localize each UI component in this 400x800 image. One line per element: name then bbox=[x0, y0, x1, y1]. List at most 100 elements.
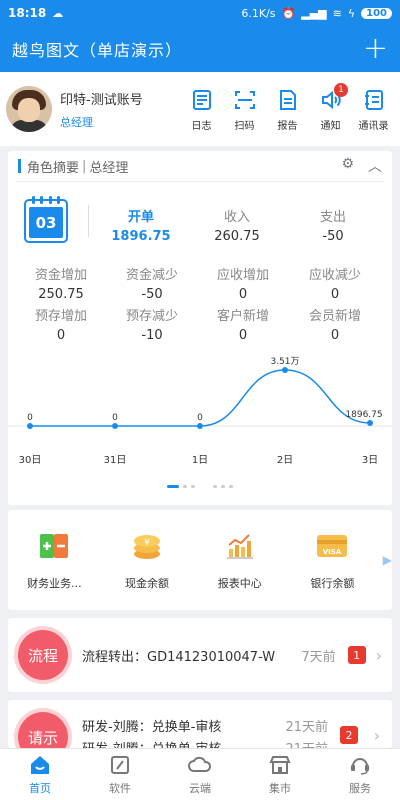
chart-data-label: 1896.75 bbox=[345, 410, 382, 420]
avatar[interactable] bbox=[6, 86, 52, 132]
chart-x-tick-label: 3日 bbox=[362, 455, 378, 466]
app-title: 越鸟图文（单店演示） bbox=[12, 41, 183, 60]
message-tag: 请示 bbox=[18, 712, 68, 748]
quick-notice-label: 通知 bbox=[320, 120, 341, 132]
chart-x-tick-label: 2日 bbox=[277, 455, 293, 466]
message-count-badge: 2 bbox=[340, 726, 358, 744]
stat-receivable-decrease[interactable]: 应收减少 0 bbox=[290, 264, 380, 302]
tab-market[interactable]: 集市 bbox=[240, 749, 320, 800]
bottom-tab-bar: 首页 软件 云端 集市 服务 bbox=[0, 748, 400, 800]
coins-icon: ¥ bbox=[130, 529, 164, 563]
finance-icon bbox=[37, 529, 71, 563]
chevron-right-icon: › bbox=[375, 645, 382, 665]
chart-point[interactable] bbox=[282, 367, 288, 373]
collapse-icon[interactable]: ︿ bbox=[368, 156, 382, 176]
alarm-icon: ⏰ bbox=[281, 6, 296, 20]
scroll-right-icon[interactable]: ▶ bbox=[383, 553, 392, 567]
tool-reports-label: 报表中心 bbox=[217, 577, 262, 590]
message-item[interactable]: 请示 研发-刘腾：兑换单-审核 研发-刘腾：兑换单-审核 21天前 21天前 2… bbox=[8, 700, 392, 748]
chart-data-label: 3.51万 bbox=[270, 357, 299, 367]
stat-receivable-increase[interactable]: 应收增加 0 bbox=[198, 264, 288, 302]
bank-card-icon: VISA bbox=[315, 529, 349, 563]
quick-log-label: 日志 bbox=[191, 120, 212, 132]
app-bar: 越鸟图文（单店演示） + bbox=[0, 26, 400, 72]
message-count-badge: 1 bbox=[347, 646, 366, 664]
log-icon bbox=[189, 87, 215, 113]
quick-report[interactable]: 报告 bbox=[267, 87, 308, 132]
carousel-indicator bbox=[8, 485, 392, 488]
headset-icon bbox=[348, 753, 372, 777]
tool-finance[interactable]: 财务业务... bbox=[8, 529, 101, 591]
message-tag: 流程 bbox=[18, 630, 68, 680]
tools-card: 财务业务... ¥ 现金余额 报表中心 VISA 银行余额 ▶ bbox=[8, 510, 392, 610]
quick-report-label: 报告 bbox=[277, 120, 298, 132]
quick-actions: 日志 扫码 报告 1 通知 通讯录 bbox=[181, 82, 394, 132]
contacts-icon bbox=[361, 87, 387, 113]
scan-icon bbox=[232, 87, 258, 113]
quick-scan[interactable]: 扫码 bbox=[224, 87, 265, 132]
user-name: 印特-测试账号 bbox=[60, 92, 143, 108]
chart-x-tick-label: 31日 bbox=[104, 455, 127, 466]
message-text: 研发-刘腾：兑换单-审核 bbox=[82, 738, 221, 748]
cloud-icon: ☁ bbox=[52, 6, 64, 20]
tab-cloud[interactable]: 云端 bbox=[160, 749, 240, 800]
stat-new-customers[interactable]: 客户新增 0 bbox=[198, 305, 288, 343]
message-text: 流程转出：GD14123010047-W bbox=[82, 649, 276, 665]
tab-home[interactable]: 首页 bbox=[0, 749, 80, 800]
trend-line-chart[interactable]: 0 30日 0 31日 0 1日 3.51万 2日 1896.75 3日 bbox=[8, 347, 392, 477]
tool-bank[interactable]: VISA 银行余额 bbox=[286, 529, 379, 591]
bar-chart-icon bbox=[223, 529, 257, 563]
settings-icon[interactable]: ⚙ bbox=[341, 156, 354, 176]
tool-cash-label: 现金余额 bbox=[125, 577, 170, 590]
chart-point[interactable] bbox=[112, 423, 118, 429]
tab-software[interactable]: 软件 bbox=[80, 749, 160, 800]
add-icon[interactable]: + bbox=[363, 34, 388, 64]
status-time: 18:18 bbox=[8, 6, 47, 20]
wifi-icon: ≋ bbox=[332, 6, 342, 20]
user-bar: 印特-测试账号 总经理 日志 扫码 报告 1 通知 通讯录 bbox=[0, 72, 400, 146]
message-time: 7天前 bbox=[301, 649, 336, 665]
message-text: 研发-刘腾：兑换单-审核 bbox=[82, 720, 222, 735]
role-summary-card: 角色摘要 | 总经理 ⚙ ︿ 03 开单 1896.75 收入 260.75 支… bbox=[8, 151, 392, 505]
quick-contacts[interactable]: 通讯录 bbox=[353, 87, 394, 132]
battery-indicator: 100 bbox=[361, 7, 392, 19]
calendar-icon[interactable]: 03 bbox=[24, 196, 68, 243]
chart-data-label: 0 bbox=[27, 413, 33, 423]
chart-data-label: 0 bbox=[197, 413, 203, 423]
tab-service[interactable]: 服务 bbox=[320, 749, 400, 800]
quick-notice[interactable]: 1 通知 bbox=[310, 82, 351, 132]
message-time: 21天前 bbox=[285, 720, 328, 735]
summary-header: 角色摘要 | 总经理 ⚙ ︿ bbox=[8, 151, 392, 181]
status-bar: 18:18 ☁ 6.1K/s ⏰ ▂▄▆ ≋ ϟ 100 bbox=[0, 0, 400, 26]
store-icon bbox=[268, 753, 292, 777]
quick-log[interactable]: 日志 bbox=[181, 87, 222, 132]
cloud-icon bbox=[188, 753, 212, 777]
svg-text:¥: ¥ bbox=[144, 538, 150, 548]
stat-funds-decrease[interactable]: 资金减少 -50 bbox=[107, 264, 197, 302]
quick-contacts-label: 通讯录 bbox=[358, 120, 389, 132]
summary-subtitle: 总经理 bbox=[89, 160, 129, 176]
calendar-day: 03 bbox=[29, 207, 63, 238]
tool-reports[interactable]: 报表中心 bbox=[193, 529, 286, 591]
stat-new-members[interactable]: 会员新增 0 bbox=[290, 305, 380, 343]
message-item[interactable]: 流程 流程转出：GD14123010047-W 7天前 1 › bbox=[8, 618, 392, 692]
stat-deposit-decrease[interactable]: 预存减少 -10 bbox=[107, 305, 197, 343]
summary-title: 角色摘要 bbox=[27, 160, 80, 176]
chart-point[interactable] bbox=[367, 419, 373, 426]
tool-cash[interactable]: ¥ 现金余额 bbox=[101, 529, 194, 591]
stat-funds-increase[interactable]: 资金增加 250.75 bbox=[16, 264, 106, 302]
tool-bank-label: 银行余额 bbox=[310, 577, 355, 590]
stat-income[interactable]: 收入 260.75 bbox=[192, 206, 282, 244]
stat-orders[interactable]: 开单 1896.75 bbox=[96, 206, 186, 244]
stat-deposit-increase[interactable]: 预存增加 0 bbox=[16, 305, 106, 343]
report-icon bbox=[275, 87, 301, 113]
chevron-right-icon: › bbox=[373, 726, 380, 745]
chart-point[interactable] bbox=[197, 423, 203, 429]
chart-point[interactable] bbox=[27, 423, 33, 429]
stat-expense[interactable]: 支出 -50 bbox=[288, 206, 378, 244]
user-role: 总经理 bbox=[60, 115, 93, 129]
home-icon bbox=[28, 753, 52, 777]
notice-badge: 1 bbox=[334, 82, 348, 97]
charging-icon: ϟ bbox=[347, 6, 356, 20]
software-icon bbox=[108, 753, 132, 777]
